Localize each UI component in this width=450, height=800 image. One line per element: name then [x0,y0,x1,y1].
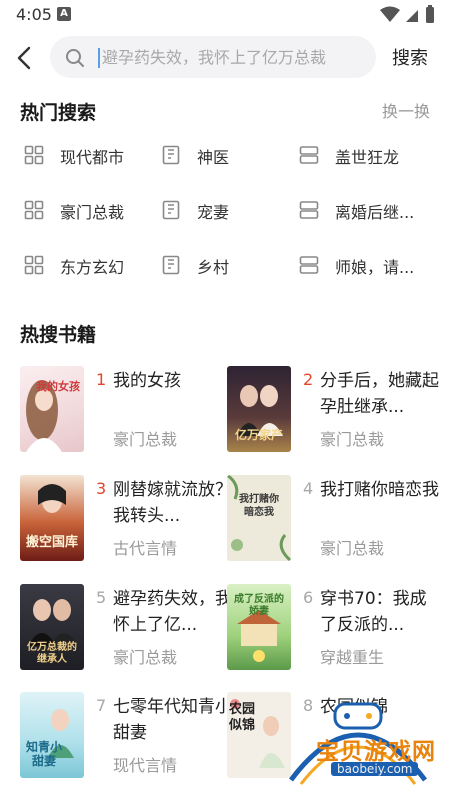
search-button[interactable]: 搜索 [392,44,428,70]
book-cover: 亿万总裁的继承人 [20,584,84,670]
cover-title: 搬空国库 [25,535,78,550]
cover-title: 我打赌你暗恋我 [239,494,279,518]
stack-icon [299,146,319,164]
stack-icon [299,256,319,274]
book-title: 我打赌你暗恋我 [320,480,439,500]
book-item[interactable]: 亿万总裁的继承人 5 避孕药失效，我怀上了亿... 豪门总裁 [20,584,235,684]
hot-search-label: 神医 [197,148,230,167]
cover-title: 亿万总裁的继承人 [27,642,77,665]
signal-battery-icons [380,5,434,23]
text-cursor [98,48,100,68]
hot-search-item[interactable]: 东方玄幻 [24,246,154,286]
book-cover: 成了反派的娇妻 [227,584,291,670]
status-time: 4:05 [16,5,52,24]
wifi-icon [380,6,400,22]
book-item[interactable]: 知青小甜妻 7 七零年代知青小甜妻 现代言情 [20,692,235,792]
book-title: 七零年代知青小甜妻 [113,697,232,743]
book-item[interactable]: 我的女孩 1 我的女孩 豪门总裁 [20,366,235,466]
book-cover: 亿万家产 [227,366,291,452]
book-item[interactable]: 成了反派的娇妻 6 穿书70：我成了反派的... 穿越重生 [227,584,442,684]
book-rank: 3 [96,479,107,498]
hot-search-label: 盖世狂龙 [335,148,400,167]
book-rank: 1 [96,370,107,389]
battery-icon [426,7,434,23]
hot-search-label: 乡村 [197,258,230,277]
hot-search-label: 东方玄幻 [60,258,125,277]
grid-icon [24,145,44,165]
book-rank: 5 [96,588,107,607]
book-rank: 4 [303,479,314,498]
chevron-left-icon [17,46,31,70]
hot-search-label: 宠妻 [197,203,230,222]
app-notification-icon: A [57,7,71,21]
book-icon [162,255,180,275]
hot-search-label: 豪门总裁 [60,203,125,222]
hot-search-label: 离婚后继... [335,203,415,222]
book-rank: 7 [96,696,107,715]
book-title: 分手后，她藏起孕肚继承... [320,371,439,417]
book-cover: 知青小甜妻 [20,692,84,778]
cover-title: 我的女孩 [36,380,80,393]
refresh-button[interactable]: 换一换 [382,98,430,122]
hot-search-item[interactable]: 师娘，请... [299,246,439,286]
book-rank: 6 [303,588,314,607]
book-genre: 现代言情 [113,756,178,775]
watermark-text: 宝贝游戏网 [316,739,436,765]
hot-search-label: 师娘，请... [335,258,415,277]
book-rank: 2 [303,370,314,389]
book-icon [162,200,180,220]
book-cover: 我打赌你暗恋我 [227,475,291,561]
book-item[interactable]: 亿万家产 2 分手后，她藏起孕肚继承... 豪门总裁 [227,366,442,466]
book-icon [162,145,180,165]
book-cover: 农园似锦 [227,692,291,778]
hot-search-item[interactable]: 乡村 [161,246,281,286]
book-title: 刚替嫁就流放？我转头... [113,480,232,526]
cover-title: 成了反派的娇妻 [234,594,284,617]
grid-icon [24,255,44,275]
hot-search-item[interactable]: 现代都市 [24,136,154,176]
book-item[interactable]: 搬空国库 3 刚替嫁就流放？我转头... 古代言情 [20,475,235,575]
grid-icon [24,200,44,220]
search-box[interactable] [50,36,376,78]
cover-title: 农园似锦 [229,702,256,733]
cover-art-icon [26,380,62,452]
book-genre: 豪门总裁 [320,430,385,449]
hot-search-grid: 现代都市 神医 盖世狂龙 豪门总裁 宠妻 离婚后继... 东方玄幻 乡村 师娘，… [0,130,450,300]
search-header: 搜索 [0,30,450,86]
book-genre: 豪门总裁 [113,648,178,667]
book-genre: 古代言情 [113,539,178,558]
book-cover: 搬空国库 [20,475,84,561]
book-item[interactable]: 我打赌你暗恋我 4 我打赌你暗恋我 豪门总裁 [227,475,442,575]
status-bar: 4:05 A [0,0,450,30]
book-genre: 穿越重生 [320,648,385,667]
hot-search-item[interactable]: 盖世狂龙 [299,136,439,176]
book-title: 我的女孩 [113,371,181,391]
hot-books-title: 热搜书籍 [20,324,97,346]
hot-search-item[interactable]: 豪门总裁 [24,191,154,231]
book-title: 避孕药失效，我怀上了亿... [113,589,232,635]
search-icon [66,49,84,67]
search-input[interactable] [102,36,370,78]
book-cover: 我的女孩 [20,366,84,452]
watermark-url: baobeiy.com [331,762,419,776]
hot-search-item[interactable]: 神医 [161,136,281,176]
cell-signal-icon [406,10,418,22]
hot-search-item[interactable]: 离婚后继... [299,191,439,231]
cover-title: 亿万家产 [234,428,283,442]
cover-title: 知青小甜妻 [25,740,62,768]
site-watermark: 宝贝游戏网 baobeiy.com [283,700,436,790]
stack-icon [299,201,319,219]
back-button[interactable] [10,40,40,76]
hot-search-title: 热门搜索 [20,102,97,124]
hot-search-item[interactable]: 宠妻 [161,191,281,231]
book-genre: 豪门总裁 [320,539,385,558]
book-genre: 豪门总裁 [113,430,178,449]
hot-search-label: 现代都市 [60,148,125,167]
book-title: 穿书70：我成了反派的... [320,589,427,635]
